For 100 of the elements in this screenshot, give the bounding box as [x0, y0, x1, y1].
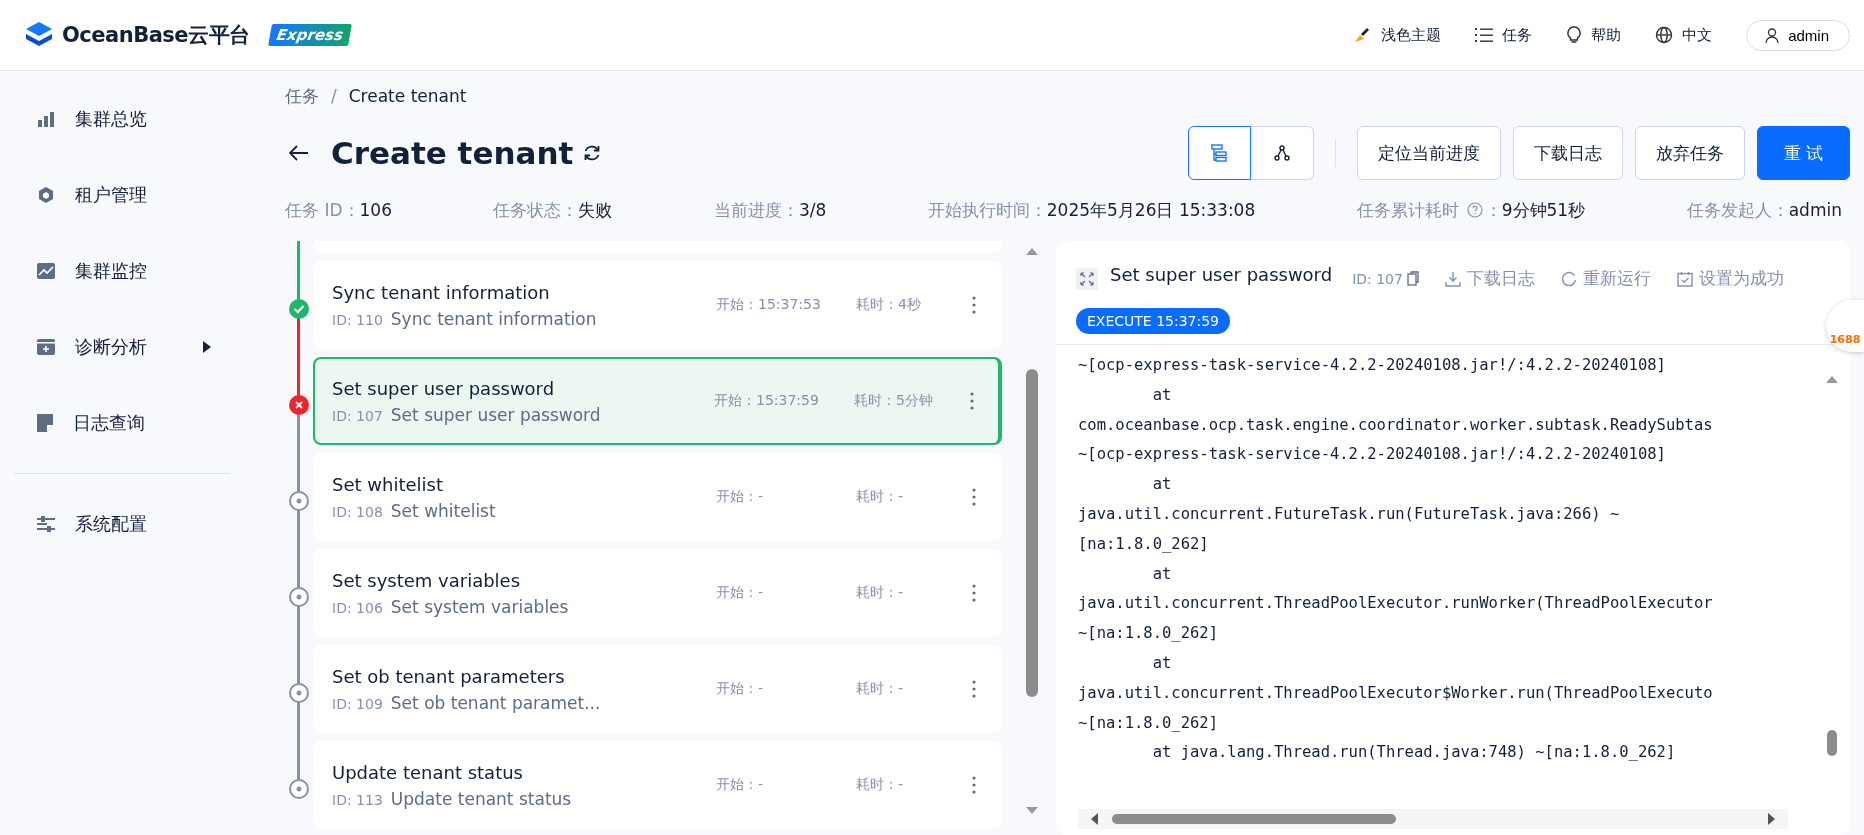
step-name: Set system variables	[332, 569, 522, 591]
more-icon	[972, 488, 976, 506]
brand-name: OceanBase云平台	[62, 22, 250, 49]
sidebar-item[interactable]: 租户管理	[0, 157, 240, 233]
status-tag: EXECUTE 15:37:59	[1076, 308, 1231, 334]
more-icon	[970, 392, 974, 410]
sliders-icon	[37, 516, 55, 532]
scrollbar[interactable]	[1078, 809, 1788, 829]
edition-badge: Express	[267, 24, 352, 46]
info-value: 106	[359, 200, 392, 220]
lightbulb-icon	[1566, 26, 1583, 44]
info-label: 任务 ID：	[285, 198, 360, 222]
log-line: at java.lang.Thread.run(Thread.java:748) ~[na:1.8.0_262]	[1151, 742, 1677, 764]
detail-title: Set super user password	[1110, 264, 1333, 285]
primary-button[interactable]: 重 试	[1756, 126, 1850, 180]
more-icon	[972, 776, 976, 794]
log-line: java.util.concurrent.ThreadPoolExecutor.runWorker(ThreadPoolExecutor	[1078, 593, 1714, 615]
list-icon	[1475, 27, 1494, 43]
refresh-icon[interactable]	[583, 144, 602, 162]
breadcrumb-separator: /	[331, 86, 337, 106]
step-card[interactable]: Set super user password ID: 107 Set super user password 开始：15:37:59 耗时：5分钟	[313, 357, 1002, 445]
step-card[interactable]: Set system variables ID: 106 Set system variables 开始：- 耗时：-	[313, 549, 1002, 637]
breadcrumb-item[interactable]: 任务	[285, 84, 319, 108]
sidebar-item[interactable]: 集群监控	[0, 233, 240, 309]
action-button[interactable]: 放弃任务	[1634, 126, 1745, 180]
bar-chart-icon	[37, 111, 55, 127]
header-link[interactable]: 任务	[1475, 25, 1533, 45]
flow-graph-icon	[1273, 145, 1290, 161]
more-icon	[972, 296, 976, 314]
step-id: ID: 108	[332, 503, 383, 520]
log-line: com.oceanbase.ocp.task.engine.coordinator.worker.subtask.ReadySubtas	[1078, 414, 1714, 436]
action-button[interactable]: 定位当前进度	[1356, 126, 1501, 180]
refresh-icon	[1560, 270, 1577, 287]
step-id: ID: 107	[332, 407, 383, 424]
detail-id: ID: 107	[1352, 270, 1403, 287]
log-line: at	[1151, 474, 1173, 496]
step-description: Set system variables	[390, 596, 569, 617]
log-line: java.util.concurrent.ThreadPoolExecutor$Worker.run(ThreadPoolExecuto	[1078, 682, 1714, 704]
info-value: 2025年5月26日 15:33:08	[1046, 198, 1256, 222]
log-line: ~[na:1.8.0_262]	[1078, 623, 1219, 645]
info-label: 当前进度：	[713, 198, 799, 222]
info-value: 3/8	[798, 200, 827, 220]
sidebar-item[interactable]: 日志查询	[0, 385, 240, 461]
info-value: admin	[1788, 200, 1842, 220]
step-name: Set whitelist	[332, 473, 444, 495]
log-line: at	[1151, 652, 1173, 674]
header-link[interactable]: 帮助	[1566, 25, 1622, 45]
step-duration: 耗时：-	[856, 680, 905, 698]
download-icon	[1444, 270, 1461, 287]
log-line: ~[na:1.8.0_262]	[1078, 712, 1219, 734]
user-icon	[1765, 27, 1780, 43]
caret-icon	[203, 341, 211, 353]
info-value: 失败	[578, 198, 613, 222]
info-value: 9分钟51秒	[1501, 198, 1586, 222]
log-line: [na:1.8.0_262]	[1078, 533, 1210, 555]
more-icon	[972, 680, 976, 698]
step-duration: 耗时：-	[856, 776, 905, 794]
sidebar-item[interactable]: 系统配置	[0, 486, 240, 562]
step-id: ID: 110	[332, 311, 383, 328]
info-label: 任务发起人：	[1686, 198, 1789, 222]
view-toggle[interactable]	[1187, 126, 1251, 180]
step-duration: 耗时：-	[856, 488, 905, 506]
info-label: 开始执行时间：	[927, 198, 1047, 222]
step-duration: 耗时：-	[856, 584, 905, 602]
step-card[interactable]: Sync tenant information ID: 110 Sync tenant information 开始：15:37:53 耗时：4秒	[313, 261, 1002, 349]
logo-icon	[24, 22, 54, 48]
step-description: Update tenant status	[390, 788, 572, 809]
breadcrumb-item: Create tenant	[348, 86, 467, 106]
globe-icon	[1655, 26, 1674, 44]
log-line: ~[ocp-express-task-service-4.2.2-20240108.jar!/:4.2.2-20240108]	[1078, 444, 1667, 466]
step-name: Update tenant status	[332, 761, 524, 783]
step-description: Set super user password	[390, 404, 601, 425]
sidebar-item[interactable]: 诊断分析	[0, 309, 240, 385]
step-duration: 耗时：4秒	[856, 296, 922, 314]
step-card[interactable]: Set whitelist ID: 108 Set whitelist 开始：- 耗时：-	[313, 453, 1002, 541]
tree-list-icon	[1211, 144, 1228, 162]
action-button[interactable]: 下载日志	[1512, 126, 1623, 180]
header-link[interactable]: 浅色主题	[1352, 25, 1442, 45]
info-label: 任务状态：	[493, 198, 579, 222]
copy-icon[interactable]	[1406, 271, 1419, 286]
expand-button[interactable]	[1076, 267, 1098, 290]
header-link[interactable]: 中文	[1655, 25, 1713, 45]
step-start: 开始：-	[716, 584, 765, 602]
log-line: java.util.concurrent.FutureTask.run(FutureTask.java:266) ~	[1078, 504, 1621, 525]
step-start: 开始：-	[716, 488, 765, 506]
log-line: at	[1151, 563, 1173, 585]
toolbox-icon	[37, 339, 55, 355]
user-button[interactable]: admin	[1746, 19, 1850, 51]
line-chart-icon	[37, 263, 55, 279]
hexagon-icon	[37, 186, 55, 204]
step-id: ID: 109	[332, 695, 383, 712]
step-card[interactable]: Set ob tenant parameters ID: 109 Set ob tenant paramet... 开始：- 耗时：-	[313, 645, 1002, 733]
info-label: 任务累计耗时	[1356, 198, 1459, 222]
step-duration: 耗时：5分钟	[854, 392, 934, 410]
step-name: Set ob tenant parameters	[332, 665, 566, 687]
sidebar-item[interactable]: 集群总览	[0, 81, 240, 157]
step-id: ID: 113	[332, 791, 383, 808]
step-card[interactable]: Update tenant status ID: 113 Update tenant status 开始：- 耗时：-	[313, 741, 1002, 829]
step-description: Set ob tenant paramet...	[390, 692, 601, 713]
help-icon[interactable]	[1466, 202, 1483, 218]
